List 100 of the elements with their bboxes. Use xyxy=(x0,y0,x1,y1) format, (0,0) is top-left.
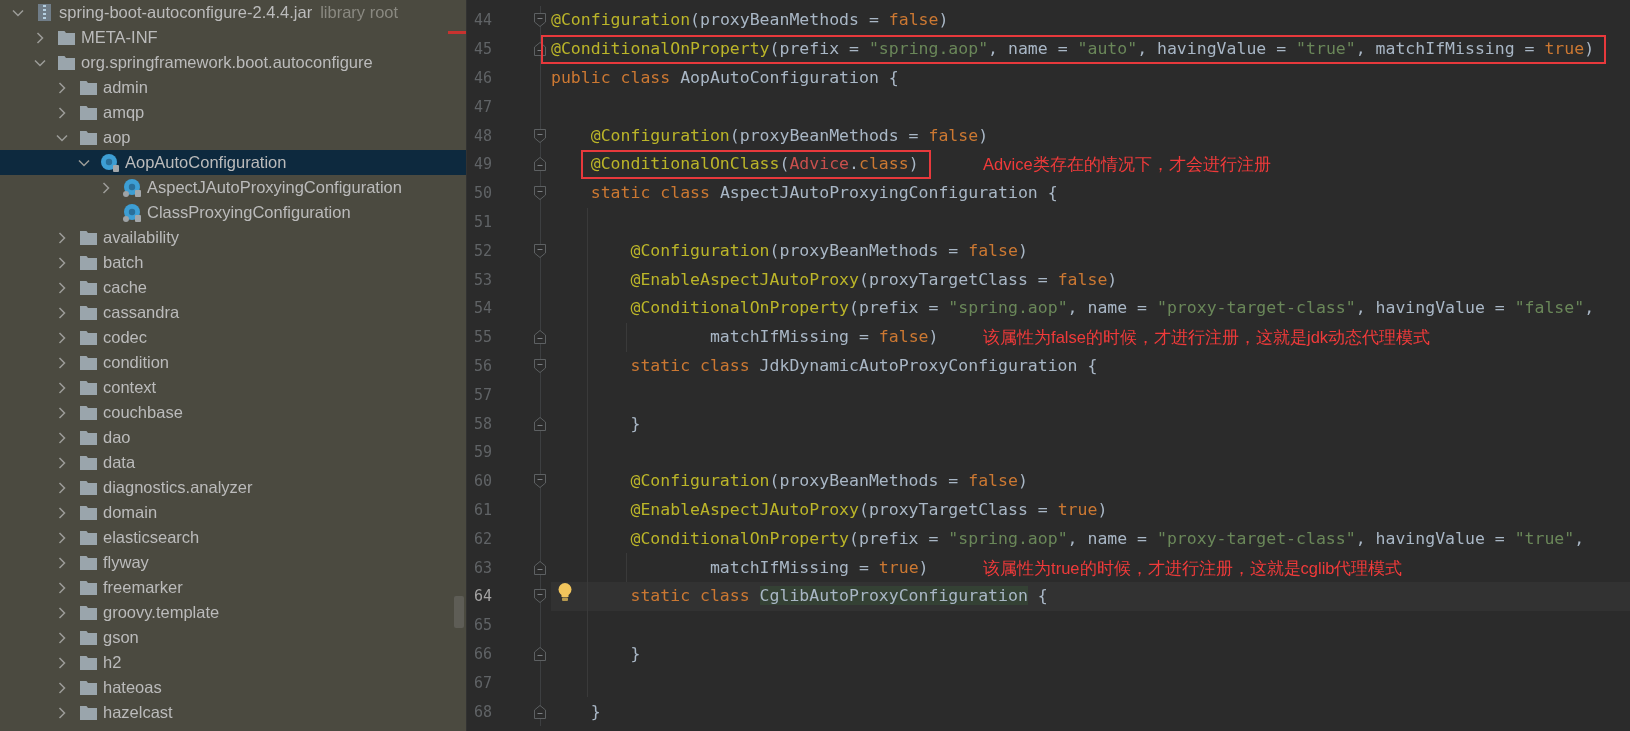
chevron-right-icon[interactable] xyxy=(58,306,66,319)
chevron-down-icon[interactable] xyxy=(12,8,24,17)
chevron-right-icon[interactable] xyxy=(102,181,110,194)
chevron-right-icon[interactable] xyxy=(58,606,66,619)
fold-marker-icon[interactable] xyxy=(534,416,546,431)
folder-icon xyxy=(79,305,97,320)
tree-item[interactable]: dao xyxy=(0,425,466,450)
chevron-right-icon[interactable] xyxy=(58,556,66,569)
tree-item[interactable]: freemarker xyxy=(0,575,466,600)
folder-icon xyxy=(57,55,75,70)
tree-item[interactable]: admin xyxy=(0,75,466,100)
folder-icon xyxy=(79,130,97,145)
folder-icon xyxy=(79,380,97,395)
tree-item[interactable]: data xyxy=(0,450,466,475)
fold-marker-icon[interactable] xyxy=(534,704,546,719)
fold-marker-icon[interactable] xyxy=(534,358,546,373)
chevron-right-icon[interactable] xyxy=(58,506,66,519)
code-line: @EnableAspectJAutoProxy(proxyTargetClass = false) xyxy=(630,268,1118,291)
fold-marker-icon[interactable] xyxy=(534,474,546,489)
tree-item[interactable]: flyway xyxy=(0,550,466,575)
code-line: @ConditionalOnProperty(prefix = "spring.aop", name = "proxy-target-class", havingValue = "false", xyxy=(630,297,1595,320)
line-number: 58 xyxy=(473,414,492,433)
fold-marker-icon[interactable] xyxy=(534,128,546,143)
chevron-right-icon[interactable] xyxy=(58,431,66,444)
folder-icon xyxy=(79,505,97,520)
tree-item[interactable]: condition xyxy=(0,350,466,375)
tree-item[interactable]: amqp xyxy=(0,100,466,125)
chevron-right-icon[interactable] xyxy=(58,81,66,94)
code-line: matchIfMissing = false) xyxy=(709,326,939,349)
chevron-right-icon[interactable] xyxy=(58,281,66,294)
fold-marker-icon[interactable] xyxy=(534,646,546,661)
code-line: @Configuration(proxyBeanMethods = false) xyxy=(630,470,1028,493)
chevron-right-icon[interactable] xyxy=(58,331,66,344)
tree-item[interactable]: spring-boot-autoconfigure-2.4.4.jar library root xyxy=(0,0,466,25)
folder-icon xyxy=(79,605,97,620)
chevron-down-icon[interactable] xyxy=(56,133,68,142)
fold-marker-icon[interactable] xyxy=(534,560,546,575)
tree-item[interactable]: cassandra xyxy=(0,300,466,325)
fold-marker-icon[interactable] xyxy=(534,42,546,57)
tree-item[interactable]: diagnostics.analyzer xyxy=(0,475,466,500)
tree-item[interactable]: META-INF xyxy=(0,25,466,50)
tree-item[interactable]: domain xyxy=(0,500,466,525)
annotation-note: Advice类存在的情况下，才会进行注册 xyxy=(983,154,1271,176)
line-number: 57 xyxy=(473,385,492,404)
code-line: @ConditionalOnProperty(prefix = "spring.aop", name = "auto", havingValue = "true", matchIfMissing = true) xyxy=(551,38,1595,61)
line-number: 64 xyxy=(473,587,492,606)
chevron-right-icon[interactable] xyxy=(58,481,66,494)
fold-marker-icon[interactable] xyxy=(534,13,546,28)
tree-item[interactable]: org.springframework.boot.autoconfigure xyxy=(0,50,466,75)
chevron-right-icon[interactable] xyxy=(58,256,66,269)
annotation-note: 该属性为true的时候，才进行注册，这就是cglib代理模式 xyxy=(983,557,1403,579)
chevron-right-icon[interactable] xyxy=(58,581,66,594)
chevron-down-icon[interactable] xyxy=(78,158,90,167)
fold-marker-icon[interactable] xyxy=(534,589,546,604)
tree-item[interactable]: context xyxy=(0,375,466,400)
folder-icon xyxy=(79,530,97,545)
line-number: 61 xyxy=(473,500,492,519)
fold-marker-icon[interactable] xyxy=(534,243,546,258)
tree-item[interactable]: gson xyxy=(0,625,466,650)
chevron-right-icon[interactable] xyxy=(58,456,66,469)
tree-item[interactable]: hazelcast xyxy=(0,700,466,725)
tree-item[interactable]: cache xyxy=(0,275,466,300)
tree-item[interactable]: aop xyxy=(0,125,466,150)
tree-item[interactable]: batch xyxy=(0,250,466,275)
chevron-right-icon[interactable] xyxy=(58,531,66,544)
chevron-down-icon[interactable] xyxy=(34,58,46,67)
chevron-right-icon[interactable] xyxy=(58,631,66,644)
line-number: 48 xyxy=(473,126,492,145)
chevron-right-icon[interactable] xyxy=(58,231,66,244)
fold-marker-icon[interactable] xyxy=(534,157,546,172)
chevron-right-icon[interactable] xyxy=(58,381,66,394)
chevron-right-icon[interactable] xyxy=(58,681,66,694)
tree-item[interactable]: h2 xyxy=(0,650,466,675)
code-line: matchIfMissing = true) xyxy=(709,556,929,579)
tree-item[interactable]: AspectJAutoProxyingConfiguration xyxy=(0,175,466,200)
folder-icon xyxy=(79,630,97,645)
line-number: 50 xyxy=(473,184,492,203)
chevron-right-icon[interactable] xyxy=(36,31,44,44)
tree-item[interactable]: elasticsearch xyxy=(0,525,466,550)
fold-marker-icon[interactable] xyxy=(534,330,546,345)
tree-item[interactable]: ClassProxyingConfiguration xyxy=(0,200,466,225)
chevron-right-icon[interactable] xyxy=(58,406,66,419)
chevron-right-icon[interactable] xyxy=(58,656,66,669)
tree-item[interactable]: hateoas xyxy=(0,675,466,700)
chevron-right-icon[interactable] xyxy=(58,356,66,369)
tree-item[interactable]: couchbase xyxy=(0,400,466,425)
tree-item[interactable]: codec xyxy=(0,325,466,350)
tree-item[interactable]: availability xyxy=(0,225,466,250)
code-line: static class JdkDynamicAutoProxyConfiguration { xyxy=(630,354,1098,377)
lightbulb-icon[interactable] xyxy=(558,582,572,601)
line-number: 44 xyxy=(473,11,492,30)
chevron-right-icon[interactable] xyxy=(58,106,66,119)
folder-icon xyxy=(79,705,97,720)
tree-item[interactable]: AopAutoConfiguration xyxy=(0,150,466,175)
chevron-right-icon[interactable] xyxy=(58,706,66,719)
code-line: @Configuration(proxyBeanMethods = false) xyxy=(630,239,1028,262)
folder-icon xyxy=(79,580,97,595)
fold-marker-icon[interactable] xyxy=(534,186,546,201)
class-icon xyxy=(101,153,119,172)
tree-item[interactable]: groovy.template xyxy=(0,600,466,625)
